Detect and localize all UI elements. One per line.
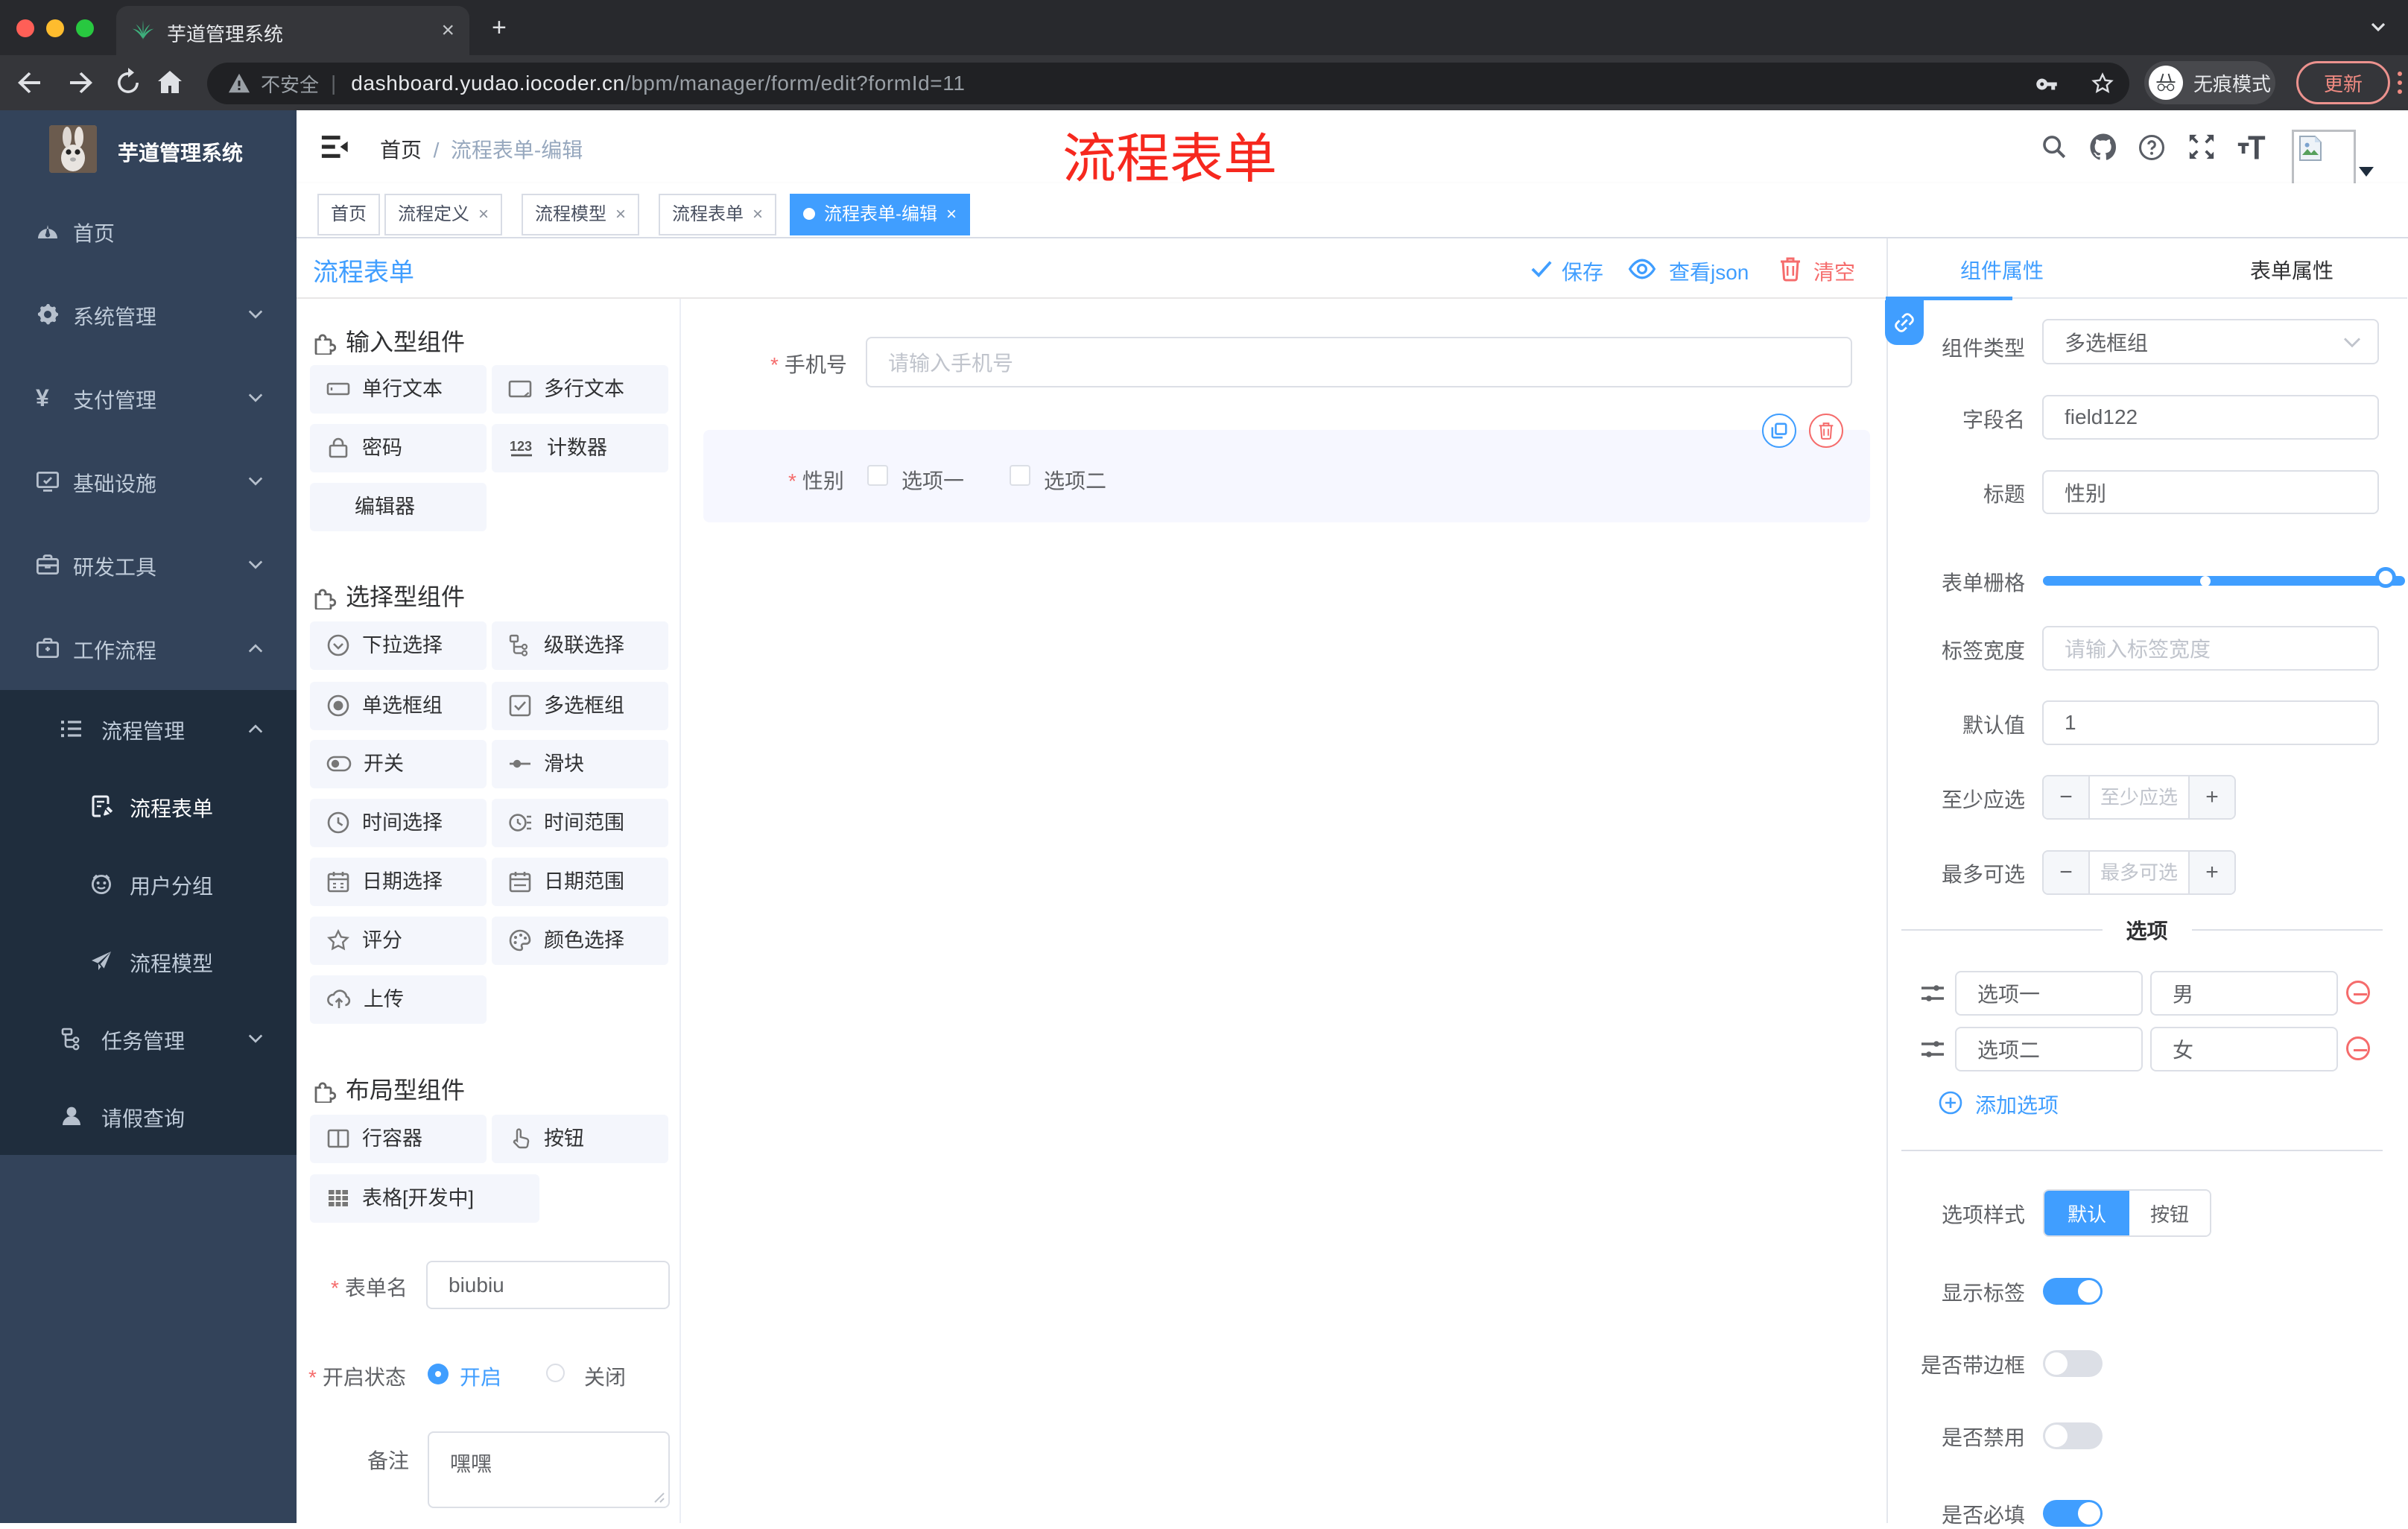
svg-text:123: 123 [510,439,532,454]
